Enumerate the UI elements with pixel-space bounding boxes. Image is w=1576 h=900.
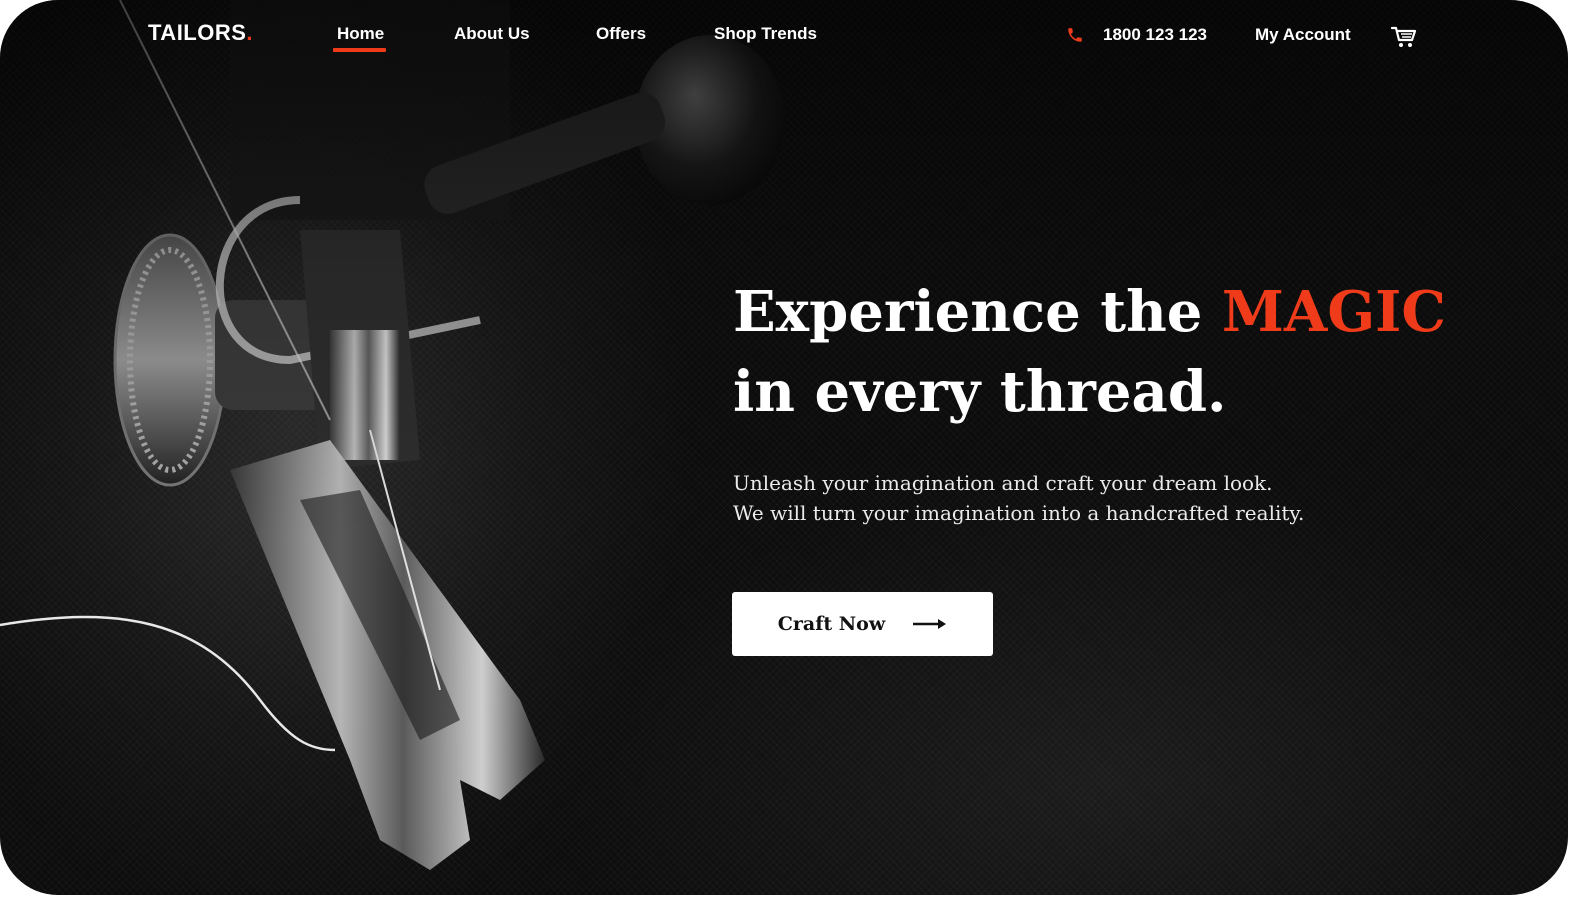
hero-title-part1: Experience the (733, 279, 1222, 345)
brand-dot: . (246, 20, 254, 45)
arrow-right-icon (913, 619, 947, 629)
craft-now-button[interactable]: Craft Now (732, 592, 993, 656)
hero-subtitle: Unleash your imagination and craft your … (733, 468, 1304, 528)
top-shade (0, 0, 1568, 895)
hero-banner: TAILORS. Home About Us Offers Shop Trend… (0, 0, 1568, 895)
nav-item-home[interactable]: Home (337, 24, 384, 44)
hero-title-highlight: MAGIC (1221, 279, 1446, 345)
phone-number[interactable]: 1800 123 123 (1103, 25, 1207, 45)
cart-icon[interactable] (1391, 25, 1417, 49)
hero-subtitle-line1: Unleash your imagination and craft your … (733, 471, 1273, 495)
brand-name: TAILORS (148, 20, 247, 45)
my-account-link[interactable]: My Account (1255, 25, 1351, 45)
hero-title: Experience the MAGIC in every thread. (733, 272, 1446, 432)
phone-icon (1068, 28, 1082, 42)
brand-logo[interactable]: TAILORS. (148, 20, 253, 46)
hero-title-line2: in every thread. (733, 359, 1227, 425)
nav-item-about-us[interactable]: About Us (454, 24, 530, 44)
nav-item-shop-trends[interactable]: Shop Trends (714, 24, 817, 44)
nav-item-offers[interactable]: Offers (596, 24, 646, 44)
active-nav-indicator (333, 48, 386, 52)
hero-subtitle-line2: We will turn your imagination into a han… (733, 501, 1305, 525)
craft-now-label: Craft Now (777, 613, 886, 635)
